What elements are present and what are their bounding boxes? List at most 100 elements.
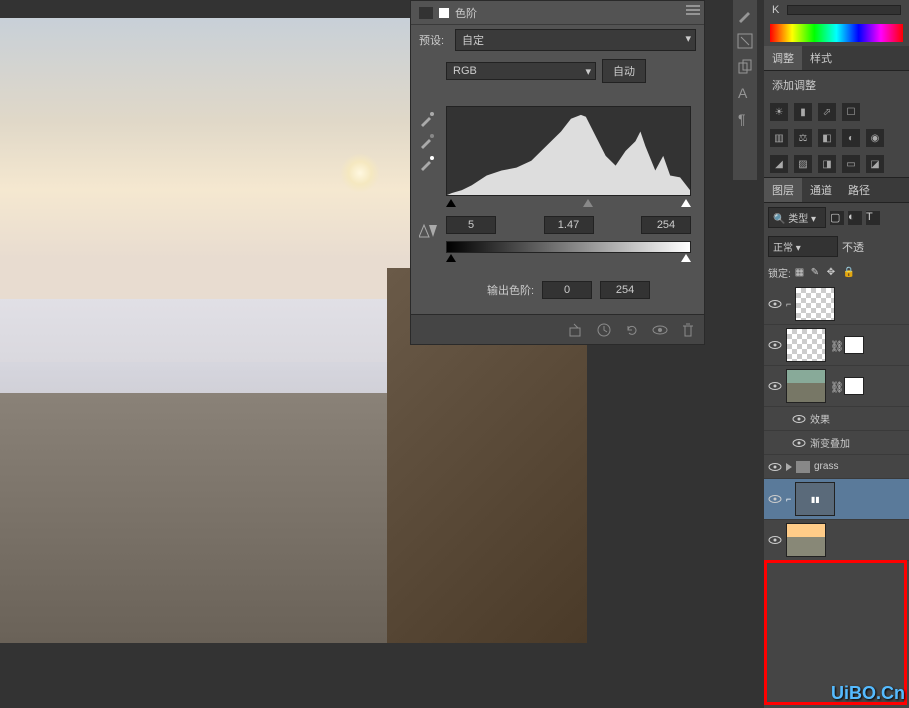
threshold-icon[interactable]: ◨ [818, 155, 836, 173]
channel-select[interactable]: RGB [446, 62, 596, 80]
selective-color-icon[interactable]: ◪ [866, 155, 884, 173]
tab-styles[interactable]: 样式 [802, 46, 840, 70]
tab-adjustments[interactable]: 调整 [764, 46, 802, 70]
k-slider[interactable] [787, 5, 901, 15]
layer-item[interactable]: ⌐ [764, 284, 909, 325]
lock-position-icon[interactable]: ✥ [827, 267, 839, 279]
lock-label: 锁定: [768, 265, 791, 280]
brush-tool-icon[interactable] [736, 6, 754, 24]
eyedropper-white-icon[interactable] [419, 155, 435, 171]
visibility-toggle-icon[interactable] [768, 379, 782, 393]
filter-type-icon[interactable]: T [866, 211, 880, 225]
output-white-handle[interactable] [681, 254, 691, 262]
color-balance-icon[interactable]: ◧ [818, 129, 836, 147]
preset-select[interactable]: 自定 [455, 29, 696, 51]
mask-indicator-icon [439, 8, 449, 18]
visibility-toggle-icon[interactable] [792, 436, 806, 450]
input-white-field[interactable] [641, 216, 691, 234]
input-gamma-field[interactable] [544, 216, 594, 234]
posterize-icon[interactable]: ▨ [794, 155, 812, 173]
layers-list: ⌐ ⛓ ⛓ 效果 渐变叠加 [764, 284, 909, 561]
visibility-toggle-icon[interactable] [768, 460, 782, 474]
filter-adjust-icon[interactable]: ◐ [848, 211, 862, 225]
link-icon[interactable]: ⛓ [830, 381, 840, 391]
gradient-map-icon[interactable]: ▭ [842, 155, 860, 173]
layer-group-grass[interactable]: grass [764, 455, 909, 479]
auto-button[interactable]: 自动 [602, 59, 646, 83]
delete-icon[interactable] [680, 322, 696, 338]
layer-thumbnail[interactable] [786, 328, 826, 362]
vibrance-icon[interactable]: ▥ [770, 129, 788, 147]
visibility-toggle-icon[interactable] [768, 297, 782, 311]
clip-to-layer-icon[interactable] [568, 322, 584, 338]
output-black-field[interactable] [542, 281, 592, 299]
visibility-toggle-icon[interactable] [768, 338, 782, 352]
curves-icon[interactable]: ⬀ [818, 103, 836, 121]
lock-pixels-icon[interactable]: ✎ [811, 267, 823, 279]
eyedroppers [419, 111, 435, 171]
tab-channels[interactable]: 通道 [802, 178, 840, 202]
filter-image-icon[interactable]: ▢ [830, 211, 844, 225]
visibility-icon[interactable] [652, 322, 668, 338]
layers-panel: 图层 通道 路径 🔍 类型 ▾ ▢ ◐ T 正常 ▾ 不透 锁定: ▦ ✎ ✥ … [764, 177, 909, 561]
view-previous-icon[interactable] [596, 322, 612, 338]
photo-filter-icon[interactable]: ◉ [866, 129, 884, 147]
layer-item[interactable]: ⛓ [764, 366, 909, 407]
input-slider-track [446, 199, 691, 209]
gradient-overlay-row[interactable]: 渐变叠加 [764, 431, 909, 455]
exposure-icon[interactable]: ☐ [842, 103, 860, 121]
output-black-handle[interactable] [446, 254, 456, 262]
visibility-toggle-icon[interactable] [792, 412, 806, 426]
link-icon[interactable]: ⛓ [830, 340, 840, 350]
reset-icon[interactable] [624, 322, 640, 338]
layer-thumbnail[interactable] [786, 369, 826, 403]
layer-item[interactable]: ⛓ [764, 325, 909, 366]
character-icon[interactable]: A [736, 84, 754, 102]
folder-icon [796, 461, 810, 473]
layer-thumbnail[interactable] [786, 523, 826, 557]
layer-thumbnail[interactable] [795, 287, 835, 321]
hue-icon[interactable]: ⚖ [794, 129, 812, 147]
filter-type-select[interactable]: 🔍 类型 ▾ [768, 207, 826, 228]
blend-mode-select[interactable]: 正常 ▾ [768, 236, 838, 257]
levels-header: 色阶 [411, 1, 704, 25]
panel-menu-icon[interactable] [686, 5, 700, 15]
tab-paths[interactable]: 路径 [840, 178, 878, 202]
add-adjustment-label: 添加调整 [764, 71, 909, 99]
watermark: UiBO.Cn [831, 683, 905, 704]
paragraph-icon[interactable]: ¶ [736, 110, 754, 128]
bw-icon[interactable]: ◐ [842, 129, 860, 147]
tab-layers[interactable]: 图层 [764, 178, 802, 202]
output-handles [446, 254, 691, 264]
effects-row[interactable]: 效果 [764, 407, 909, 431]
eyedropper-gray-icon[interactable] [419, 133, 435, 149]
levels-adj-icon[interactable]: ▮ [794, 103, 812, 121]
input-black-handle[interactable] [446, 199, 456, 207]
output-white-field[interactable] [600, 281, 650, 299]
visibility-toggle-icon[interactable] [768, 533, 782, 547]
eyedropper-black-icon[interactable] [419, 111, 435, 127]
input-white-handle[interactable] [681, 199, 691, 207]
color-spectrum[interactable] [770, 24, 903, 42]
clone-source-icon[interactable] [736, 58, 754, 76]
lock-transparent-icon[interactable]: ▦ [795, 267, 807, 279]
collapsed-tools-strip: A ¶ [733, 0, 757, 180]
blend-row: 正常 ▾ 不透 [764, 232, 909, 261]
input-gamma-handle[interactable] [583, 199, 593, 207]
levels-layer-thumbnail[interactable]: ▮▮ [795, 482, 835, 516]
lock-all-icon[interactable]: 🔒 [843, 267, 855, 279]
effects-label: 效果 [810, 411, 830, 426]
channel-row: RGB 自动 [411, 55, 704, 87]
brush-settings-icon[interactable] [736, 32, 754, 50]
layer-mask-thumbnail[interactable] [844, 377, 864, 395]
brightness-icon[interactable]: ☀ [770, 103, 788, 121]
invert-icon[interactable]: ◢ [770, 155, 788, 173]
input-black-field[interactable] [446, 216, 496, 234]
expand-toggle-icon[interactable] [786, 463, 792, 471]
grass-group-label[interactable]: grass [814, 461, 838, 472]
layer-item[interactable] [764, 520, 909, 561]
visibility-toggle-icon[interactable] [768, 492, 782, 506]
layer-mask-thumbnail[interactable] [844, 336, 864, 354]
layer-item-selected[interactable]: ⌐ ▮▮ [764, 479, 909, 520]
clip-indicator-icon: ⌐ [786, 494, 791, 504]
